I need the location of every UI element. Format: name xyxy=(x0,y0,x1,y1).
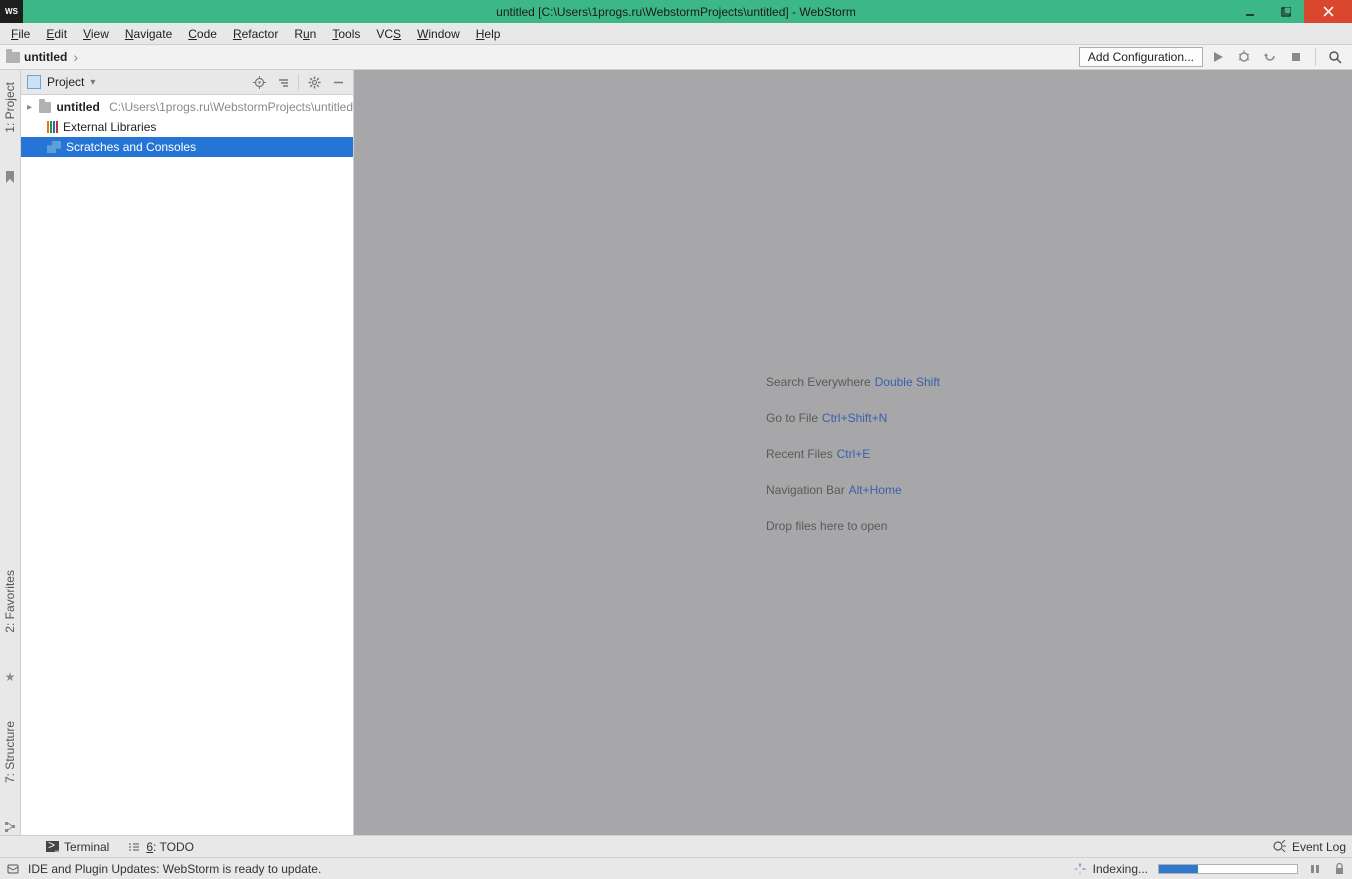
hide-panel-icon[interactable] xyxy=(329,73,347,91)
editor-empty-state[interactable]: Search Everywhere Double Shift Go to Fil… xyxy=(354,70,1352,835)
add-configuration-button[interactable]: Add Configuration... xyxy=(1079,47,1203,67)
statusbar: IDE and Plugin Updates: WebStorm is read… xyxy=(0,857,1352,879)
tree-scratches[interactable]: Scratches and Consoles xyxy=(21,137,353,157)
menu-refactor[interactable]: Refactor xyxy=(226,25,285,43)
expand-all-icon[interactable] xyxy=(274,73,292,91)
spinner-icon xyxy=(1073,862,1087,876)
tree-item-label: External Libraries xyxy=(63,120,156,134)
run-button[interactable] xyxy=(1207,46,1229,68)
gear-icon[interactable] xyxy=(305,73,323,91)
hint-navigation-bar: Navigation Bar Alt+Home xyxy=(766,481,940,497)
folder-icon xyxy=(39,102,52,113)
minimize-button[interactable] xyxy=(1232,0,1268,23)
hint-drop-files: Drop files here to open xyxy=(766,517,940,533)
close-button[interactable] xyxy=(1304,0,1352,23)
editor-hints: Search Everywhere Double Shift Go to Fil… xyxy=(766,373,940,533)
project-tree[interactable]: ▸ untitled C:\Users\1progs.ru\WebstormPr… xyxy=(21,95,353,835)
breadcrumb-name: untitled xyxy=(24,50,67,64)
scratches-icon xyxy=(47,141,61,153)
menu-edit[interactable]: Edit xyxy=(39,25,74,43)
event-log-icon xyxy=(1273,840,1287,854)
tab-terminal[interactable]: >_ Terminal xyxy=(45,840,109,854)
tab-structure[interactable]: 7: Structure xyxy=(1,715,19,789)
chevron-down-icon[interactable]: ▾ xyxy=(90,77,95,88)
progress-bar xyxy=(1158,864,1298,874)
structure-icon[interactable] xyxy=(2,819,18,835)
folder-icon xyxy=(6,52,20,63)
bottom-tool-tabs: >_ Terminal 6: TODO Event Log xyxy=(0,835,1352,857)
menu-vcs[interactable]: VCS xyxy=(369,25,408,43)
app-icon: WS xyxy=(0,0,23,23)
tree-root-name: untitled xyxy=(56,100,99,114)
search-everywhere-button[interactable] xyxy=(1324,46,1346,68)
menu-navigate[interactable]: Navigate xyxy=(118,25,179,43)
bookmark-icon[interactable] xyxy=(2,169,18,185)
svg-text:>_: >_ xyxy=(48,841,59,852)
stop-button[interactable] xyxy=(1285,46,1307,68)
terminal-icon: >_ xyxy=(45,840,59,854)
header-separator xyxy=(298,74,299,90)
tree-external-libraries[interactable]: External Libraries xyxy=(21,117,353,137)
star-icon[interactable]: ★ xyxy=(2,669,18,685)
navigation-bar: untitled › Add Configuration... xyxy=(0,45,1352,70)
window-controls xyxy=(1232,0,1352,23)
tree-root[interactable]: ▸ untitled C:\Users\1progs.ru\WebstormPr… xyxy=(21,97,353,117)
todo-icon xyxy=(127,840,141,854)
notifications-icon[interactable] xyxy=(6,862,20,876)
libraries-icon xyxy=(47,121,58,133)
tree-item-label: Scratches and Consoles xyxy=(66,140,196,154)
menu-run[interactable]: Run xyxy=(287,25,323,43)
left-tool-gutter: 1: Project 2: Favorites ★ 7: Structure xyxy=(0,70,21,835)
menu-view[interactable]: View xyxy=(76,25,116,43)
debug-button[interactable] xyxy=(1233,46,1255,68)
breadcrumb[interactable]: untitled › xyxy=(6,49,80,65)
project-panel-header: Project ▾ xyxy=(21,70,353,95)
project-panel: Project ▾ ▸ untitled C:\Users\1progs.ru\… xyxy=(21,70,354,835)
tab-event-log[interactable]: Event Log xyxy=(1273,840,1346,854)
project-panel-title[interactable]: Project xyxy=(47,75,84,89)
run-with-coverage-button[interactable] xyxy=(1259,46,1281,68)
menu-file[interactable]: File xyxy=(4,25,37,43)
menu-help[interactable]: Help xyxy=(469,25,508,43)
chevron-right-icon[interactable]: ▸ xyxy=(27,102,36,113)
project-view-icon xyxy=(27,75,41,89)
menu-tools[interactable]: Tools xyxy=(325,25,367,43)
tab-todo[interactable]: 6: TODO xyxy=(127,840,194,854)
hint-search-everywhere: Search Everywhere Double Shift xyxy=(766,373,940,389)
menu-window[interactable]: Window xyxy=(410,25,467,43)
tree-root-path: C:\Users\1progs.ru\WebstormProjects\unti… xyxy=(109,100,353,114)
lock-icon[interactable] xyxy=(1332,862,1346,876)
menu-code[interactable]: Code xyxy=(181,25,224,43)
pause-icon[interactable] xyxy=(1308,862,1322,876)
menubar: File Edit View Navigate Code Refactor Ru… xyxy=(0,23,1352,45)
hint-go-to-file: Go to File Ctrl+Shift+N xyxy=(766,409,940,425)
locate-icon[interactable] xyxy=(250,73,268,91)
maximize-button[interactable] xyxy=(1268,0,1304,23)
window-title: untitled [C:\Users\1progs.ru\WebstormPro… xyxy=(0,5,1352,19)
tab-project[interactable]: 1: Project xyxy=(1,76,19,139)
tab-favorites[interactable]: 2: Favorites xyxy=(1,564,19,639)
status-indexing: Indexing... xyxy=(1093,862,1148,876)
chevron-right-icon: › xyxy=(73,49,78,65)
status-message: IDE and Plugin Updates: WebStorm is read… xyxy=(28,862,321,876)
titlebar: WS untitled [C:\Users\1progs.ru\Webstorm… xyxy=(0,0,1352,23)
hint-recent-files: Recent Files Ctrl+E xyxy=(766,445,940,461)
toolbar-separator xyxy=(1315,48,1316,66)
